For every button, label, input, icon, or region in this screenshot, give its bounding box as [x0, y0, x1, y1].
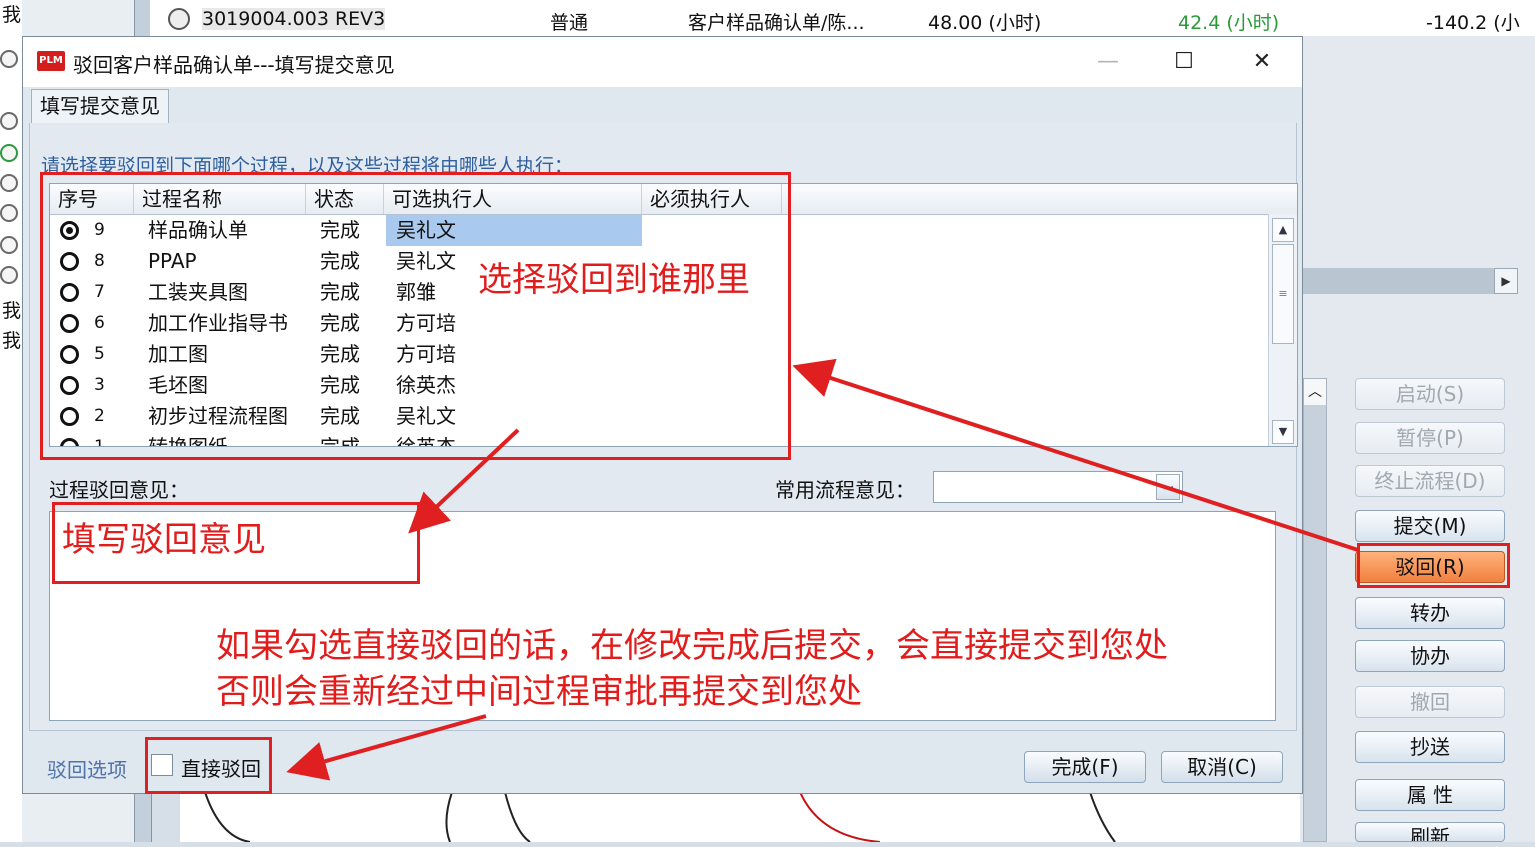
tab-strip: 填写提交意见: [29, 89, 1297, 124]
tab-fill-opinion[interactable]: 填写提交意见: [31, 89, 169, 123]
clock-icon: [0, 144, 18, 162]
pause-button[interactable]: 暂停(P): [1355, 422, 1505, 454]
minimize-icon[interactable]: —: [1083, 45, 1133, 79]
finish-button[interactable]: 完成(F): [1024, 751, 1146, 783]
vertical-scrollbar[interactable]: ︿: [1303, 378, 1327, 842]
chevron-up-icon[interactable]: ︿: [1304, 379, 1326, 405]
clock-icon: [0, 50, 18, 68]
reject-button-highlight: [1357, 543, 1510, 588]
close-icon[interactable]: ✕: [1237, 45, 1287, 79]
clock-icon: [0, 204, 18, 222]
annotation-box-direct-reject: [145, 737, 272, 794]
cc-button[interactable]: 抄送: [1355, 731, 1505, 763]
task-doc: 客户样品确认单/陈...: [688, 12, 865, 34]
left-item[interactable]: 我: [2, 296, 21, 323]
plm-app-icon: PLM: [37, 51, 65, 71]
task-id: 3019004.003 REV3: [202, 8, 386, 30]
clock-icon: [0, 266, 18, 284]
properties-button[interactable]: 属 性: [1355, 779, 1505, 811]
clock-icon: [0, 112, 18, 130]
transfer-button[interactable]: 转办: [1355, 597, 1505, 629]
terminate-workflow-button[interactable]: 终止流程(D): [1355, 465, 1505, 497]
annotation-note-line2: 否则会重新经过中间过程审批再提交到您处: [216, 672, 862, 712]
cancel-button[interactable]: 取消(C): [1161, 751, 1283, 783]
clock-icon: [168, 8, 190, 30]
opinion-label: 过程驳回意见：: [49, 478, 189, 502]
common-opinion-label: 常用流程意见：: [775, 478, 915, 502]
scroll-thumb[interactable]: ≡: [1272, 244, 1294, 344]
start-button[interactable]: 启动(S): [1355, 378, 1505, 410]
maximize-icon[interactable]: ☐: [1159, 45, 1209, 79]
refresh-button[interactable]: 刷新: [1355, 822, 1505, 842]
scroll-up-icon[interactable]: ▲: [1272, 218, 1294, 242]
submit-button[interactable]: 提交(M): [1355, 510, 1505, 542]
dialog-titlebar[interactable]: PLM 驳回客户样品确认单---填写提交意见 — ☐ ✕: [23, 37, 1302, 87]
annotation-fill-opinion: 填写驳回意见: [62, 520, 266, 560]
common-opinion-field[interactable]: ...: [933, 471, 1183, 503]
annotation-box-grid: [40, 172, 791, 460]
drawing-sketch: [204, 791, 1116, 843]
left-item[interactable]: 我: [2, 326, 21, 353]
annotation-note-line1: 如果勾选直接驳回的话，在修改完成后提交，会直接提交到您处: [216, 626, 1168, 666]
background-drawing: [180, 791, 1300, 843]
common-opinion-browse-button[interactable]: ...: [1156, 474, 1180, 500]
scroll-down-icon[interactable]: ▼: [1272, 420, 1294, 444]
dialog-title: 驳回客户样品确认单---填写提交意见: [73, 53, 395, 77]
task-hours-remaining: -140.2 (小: [1426, 12, 1520, 34]
grid-scrollbar[interactable]: ▲ ≡ ▼: [1268, 214, 1297, 446]
scroll-right-icon[interactable]: ▶: [1494, 268, 1518, 294]
horizontal-scrollbar[interactable]: ▶: [1300, 268, 1518, 294]
task-type: 普通: [550, 12, 589, 34]
withdraw-button[interactable]: 撤回: [1355, 686, 1505, 718]
annotation-select-target: 选择驳回到谁那里: [478, 260, 750, 300]
reject-options-label: 驳回选项: [47, 758, 127, 782]
clock-icon: [0, 174, 18, 192]
assist-button[interactable]: 协办: [1355, 640, 1505, 672]
task-hours-used: 42.4 (小时): [1178, 12, 1280, 34]
clock-icon: [0, 236, 18, 254]
background-task-row[interactable]: 3019004.003 REV3 普通 客户样品确认单/陈... 48.00 (…: [150, 0, 1535, 37]
background-left-panel: 我的工作流 我 我: [0, 0, 97, 842]
task-hours-planned: 48.00 (小时): [928, 12, 1042, 34]
